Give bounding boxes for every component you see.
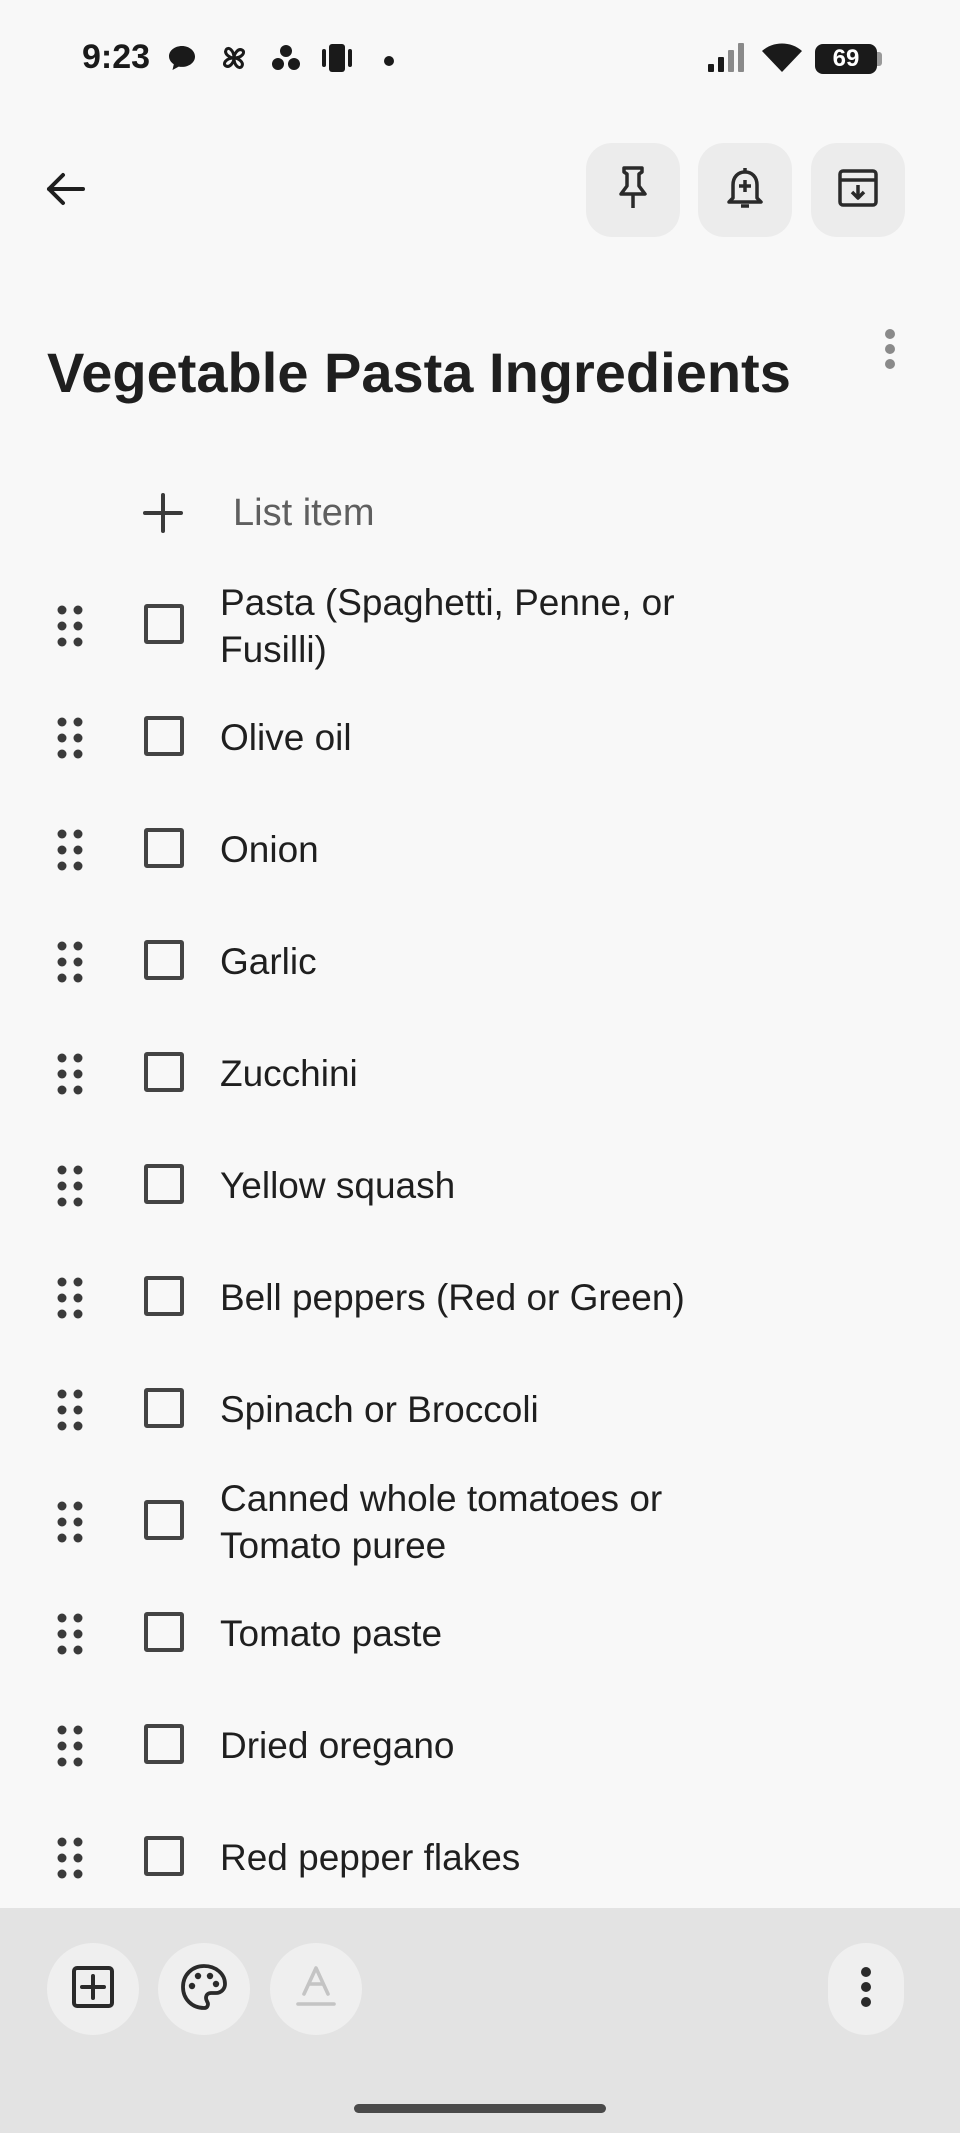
item-checkbox[interactable] bbox=[144, 1612, 184, 1652]
drag-handle-icon[interactable] bbox=[56, 1836, 84, 1880]
drag-handle-icon[interactable] bbox=[56, 1276, 84, 1320]
palette-icon bbox=[179, 1962, 229, 2017]
archive-button[interactable] bbox=[811, 143, 905, 237]
drag-handle-icon[interactable] bbox=[56, 1612, 84, 1656]
list-item: Pasta (Spaghetti, Penne, or Fusilli) bbox=[0, 570, 960, 682]
bottom-more-button[interactable] bbox=[828, 1943, 904, 2035]
status-bar: 9:23 69 bbox=[0, 0, 960, 120]
bell-add-icon bbox=[723, 164, 767, 217]
drag-handle-icon[interactable] bbox=[56, 604, 84, 648]
list-item: Red pepper flakes bbox=[0, 1802, 960, 1914]
archive-icon bbox=[836, 166, 880, 215]
item-text[interactable]: Olive oil bbox=[220, 714, 740, 761]
item-checkbox[interactable] bbox=[144, 1052, 184, 1092]
list-item: Bell peppers (Red or Green) bbox=[0, 1242, 960, 1354]
item-checkbox[interactable] bbox=[144, 940, 184, 980]
item-text[interactable]: Zucchini bbox=[220, 1050, 740, 1097]
list-item: Yellow squash bbox=[0, 1130, 960, 1242]
item-text[interactable]: Garlic bbox=[220, 938, 740, 985]
list-item: Tomato paste bbox=[0, 1578, 960, 1690]
chat-icon bbox=[166, 42, 198, 79]
battery-icon: 69 bbox=[815, 44, 877, 74]
back-button[interactable] bbox=[34, 160, 96, 222]
add-content-button[interactable] bbox=[47, 1943, 139, 2035]
drag-handle-icon[interactable] bbox=[56, 1724, 84, 1768]
add-list-item-label: List item bbox=[233, 491, 375, 534]
drag-handle-icon[interactable] bbox=[56, 828, 84, 872]
item-checkbox[interactable] bbox=[144, 604, 184, 644]
add-box-icon bbox=[70, 1964, 116, 2015]
item-text[interactable]: Spinach or Broccoli bbox=[220, 1386, 740, 1433]
background-color-button[interactable] bbox=[158, 1943, 250, 2035]
battery-tip bbox=[877, 52, 882, 66]
more-vert-icon bbox=[860, 1966, 872, 2013]
reminder-button[interactable] bbox=[698, 143, 792, 237]
text-format-button[interactable] bbox=[270, 1943, 362, 2035]
home-indicator[interactable] bbox=[354, 2104, 606, 2113]
bottom-toolbar bbox=[0, 1908, 960, 2133]
list-item: Onion bbox=[0, 794, 960, 906]
drag-handle-icon[interactable] bbox=[56, 1164, 84, 1208]
status-time: 9:23 bbox=[82, 38, 151, 76]
list-item: Canned whole tomatoes or Tomato puree bbox=[0, 1466, 960, 1578]
item-checkbox[interactable] bbox=[144, 828, 184, 868]
arrow-back-icon bbox=[43, 167, 87, 216]
list-item: Dried oregano bbox=[0, 1690, 960, 1802]
item-checkbox[interactable] bbox=[144, 1276, 184, 1316]
item-checkbox[interactable] bbox=[144, 716, 184, 756]
drag-handle-icon[interactable] bbox=[56, 1500, 84, 1544]
signal-icon bbox=[706, 42, 748, 79]
pinwheel-icon bbox=[218, 42, 250, 79]
item-text[interactable]: Pasta (Spaghetti, Penne, or Fusilli) bbox=[220, 579, 740, 673]
item-text[interactable]: Canned whole tomatoes or Tomato puree bbox=[220, 1475, 740, 1569]
pin-button[interactable] bbox=[586, 143, 680, 237]
add-list-item-button[interactable]: List item bbox=[135, 485, 735, 541]
item-text[interactable]: Red pepper flakes bbox=[220, 1834, 740, 1881]
item-text[interactable]: Dried oregano bbox=[220, 1722, 740, 1769]
item-text[interactable]: Bell peppers (Red or Green) bbox=[220, 1274, 740, 1321]
list-item: Garlic bbox=[0, 906, 960, 1018]
notification-dot-icon bbox=[384, 53, 394, 71]
drag-handle-icon[interactable] bbox=[56, 1388, 84, 1432]
vibrate-icon bbox=[318, 42, 356, 79]
drag-handle-icon[interactable] bbox=[56, 940, 84, 984]
list-item: Olive oil bbox=[0, 682, 960, 794]
list-item: Spinach or Broccoli bbox=[0, 1354, 960, 1466]
item-checkbox[interactable] bbox=[144, 1836, 184, 1876]
note-title[interactable]: Vegetable Pasta Ingredients bbox=[47, 340, 791, 405]
item-checkbox[interactable] bbox=[144, 1164, 184, 1204]
more-vert-icon bbox=[884, 328, 896, 375]
note-more-button[interactable] bbox=[870, 325, 910, 377]
item-text[interactable]: Onion bbox=[220, 826, 740, 873]
item-text[interactable]: Yellow squash bbox=[220, 1162, 740, 1209]
item-text[interactable]: Tomato paste bbox=[220, 1610, 740, 1657]
item-checkbox[interactable] bbox=[144, 1388, 184, 1428]
pin-icon bbox=[611, 164, 655, 217]
list-item: Zucchini bbox=[0, 1018, 960, 1130]
drag-handle-icon[interactable] bbox=[56, 716, 84, 760]
item-checkbox[interactable] bbox=[144, 1724, 184, 1764]
wifi-icon bbox=[760, 42, 804, 79]
item-checkbox[interactable] bbox=[144, 1500, 184, 1540]
drag-handle-icon[interactable] bbox=[56, 1052, 84, 1096]
dots-cluster-icon bbox=[270, 42, 302, 79]
text-format-icon bbox=[294, 1964, 338, 2015]
plus-icon bbox=[135, 485, 191, 541]
